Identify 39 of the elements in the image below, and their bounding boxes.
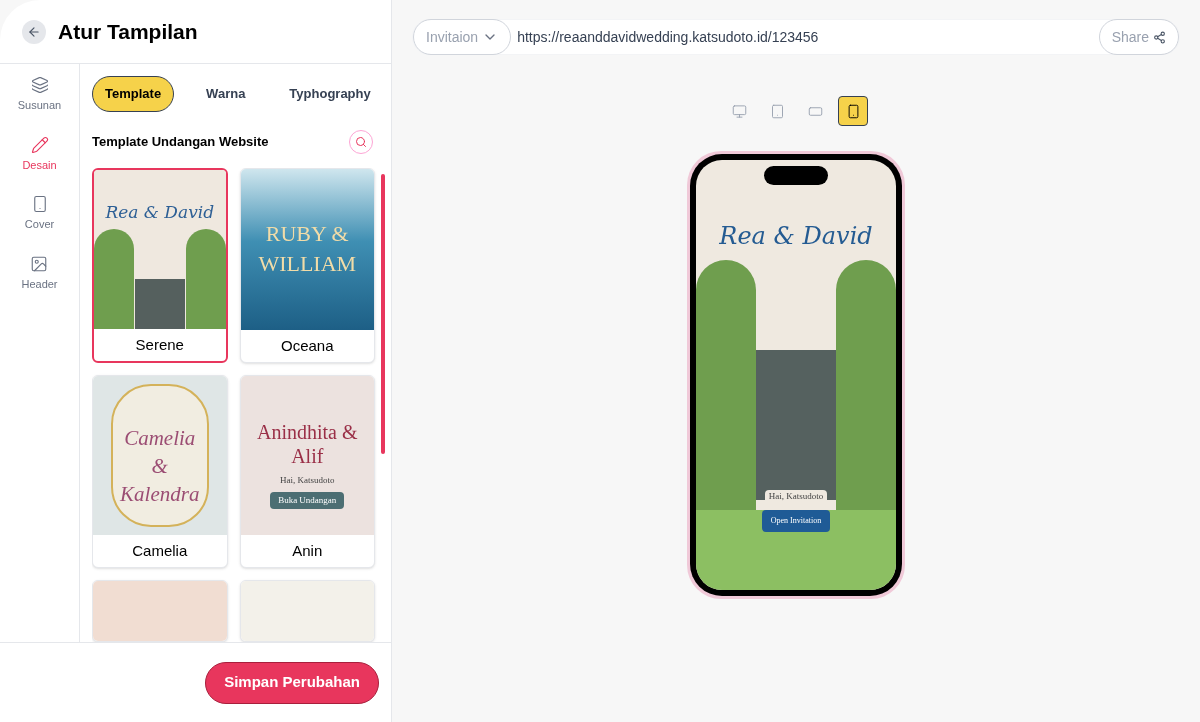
scrollbar[interactable] [381,174,385,454]
pencil-icon [30,135,49,154]
template-title: Rea & David [104,201,216,224]
template-title: Camelia & Kalendra [119,425,201,508]
sidebar-item[interactable]: Desain [22,135,57,173]
back-icon [27,24,41,39]
template-title: RUBY & WILLIAM [257,220,358,278]
url-text: https://reaanddavidwedding.katsudoto.id/123456 [516,27,820,47]
greeting-text: Hai, Katsudoto [764,490,828,504]
device-toggle[interactable] [838,96,868,126]
open-button: Buka Undangan [270,491,345,509]
template-card[interactable] [239,580,375,642]
share-icon [1153,30,1166,44]
camera-notch [764,166,828,185]
save-button[interactable]: Simpan Perubahan [205,661,379,704]
panel-title: Atur Tampilan [58,18,198,45]
search-icon [355,136,367,148]
template-card[interactable]: RUBY & WILLIAM Oceana [239,168,375,363]
template-card[interactable]: Anindhita & Alif Hai, Katsudoto Buka Undangan Anin [239,375,375,568]
section-title: Template Undangan Website [92,133,269,152]
template-card[interactable] [92,580,228,642]
phone-icon [845,103,861,119]
open-invitation-button[interactable]: Open Invitation [761,509,831,532]
layers-icon [30,76,49,94]
sidebar-item[interactable]: Susunan [17,76,62,114]
back-button[interactable] [22,19,46,44]
monitor-icon [731,103,747,119]
sidebar-item[interactable]: Cover [24,195,55,233]
tab[interactable]: Template [92,76,175,112]
template-card[interactable]: Camelia & Kalendra Camelia [92,375,228,568]
tab[interactable]: Typhography [277,76,383,112]
template-title: Anindhita & Alif [255,420,359,468]
tab[interactable]: Warna [194,76,258,112]
greeting-text: Hai, Katsudoto [280,474,335,487]
tablet-icon [769,103,785,119]
sidebar-item[interactable]: Header [21,254,58,292]
couple-title: Rea & David [719,221,873,252]
image-icon [30,254,49,273]
template-card[interactable]: Rea & David Serene [92,168,228,363]
